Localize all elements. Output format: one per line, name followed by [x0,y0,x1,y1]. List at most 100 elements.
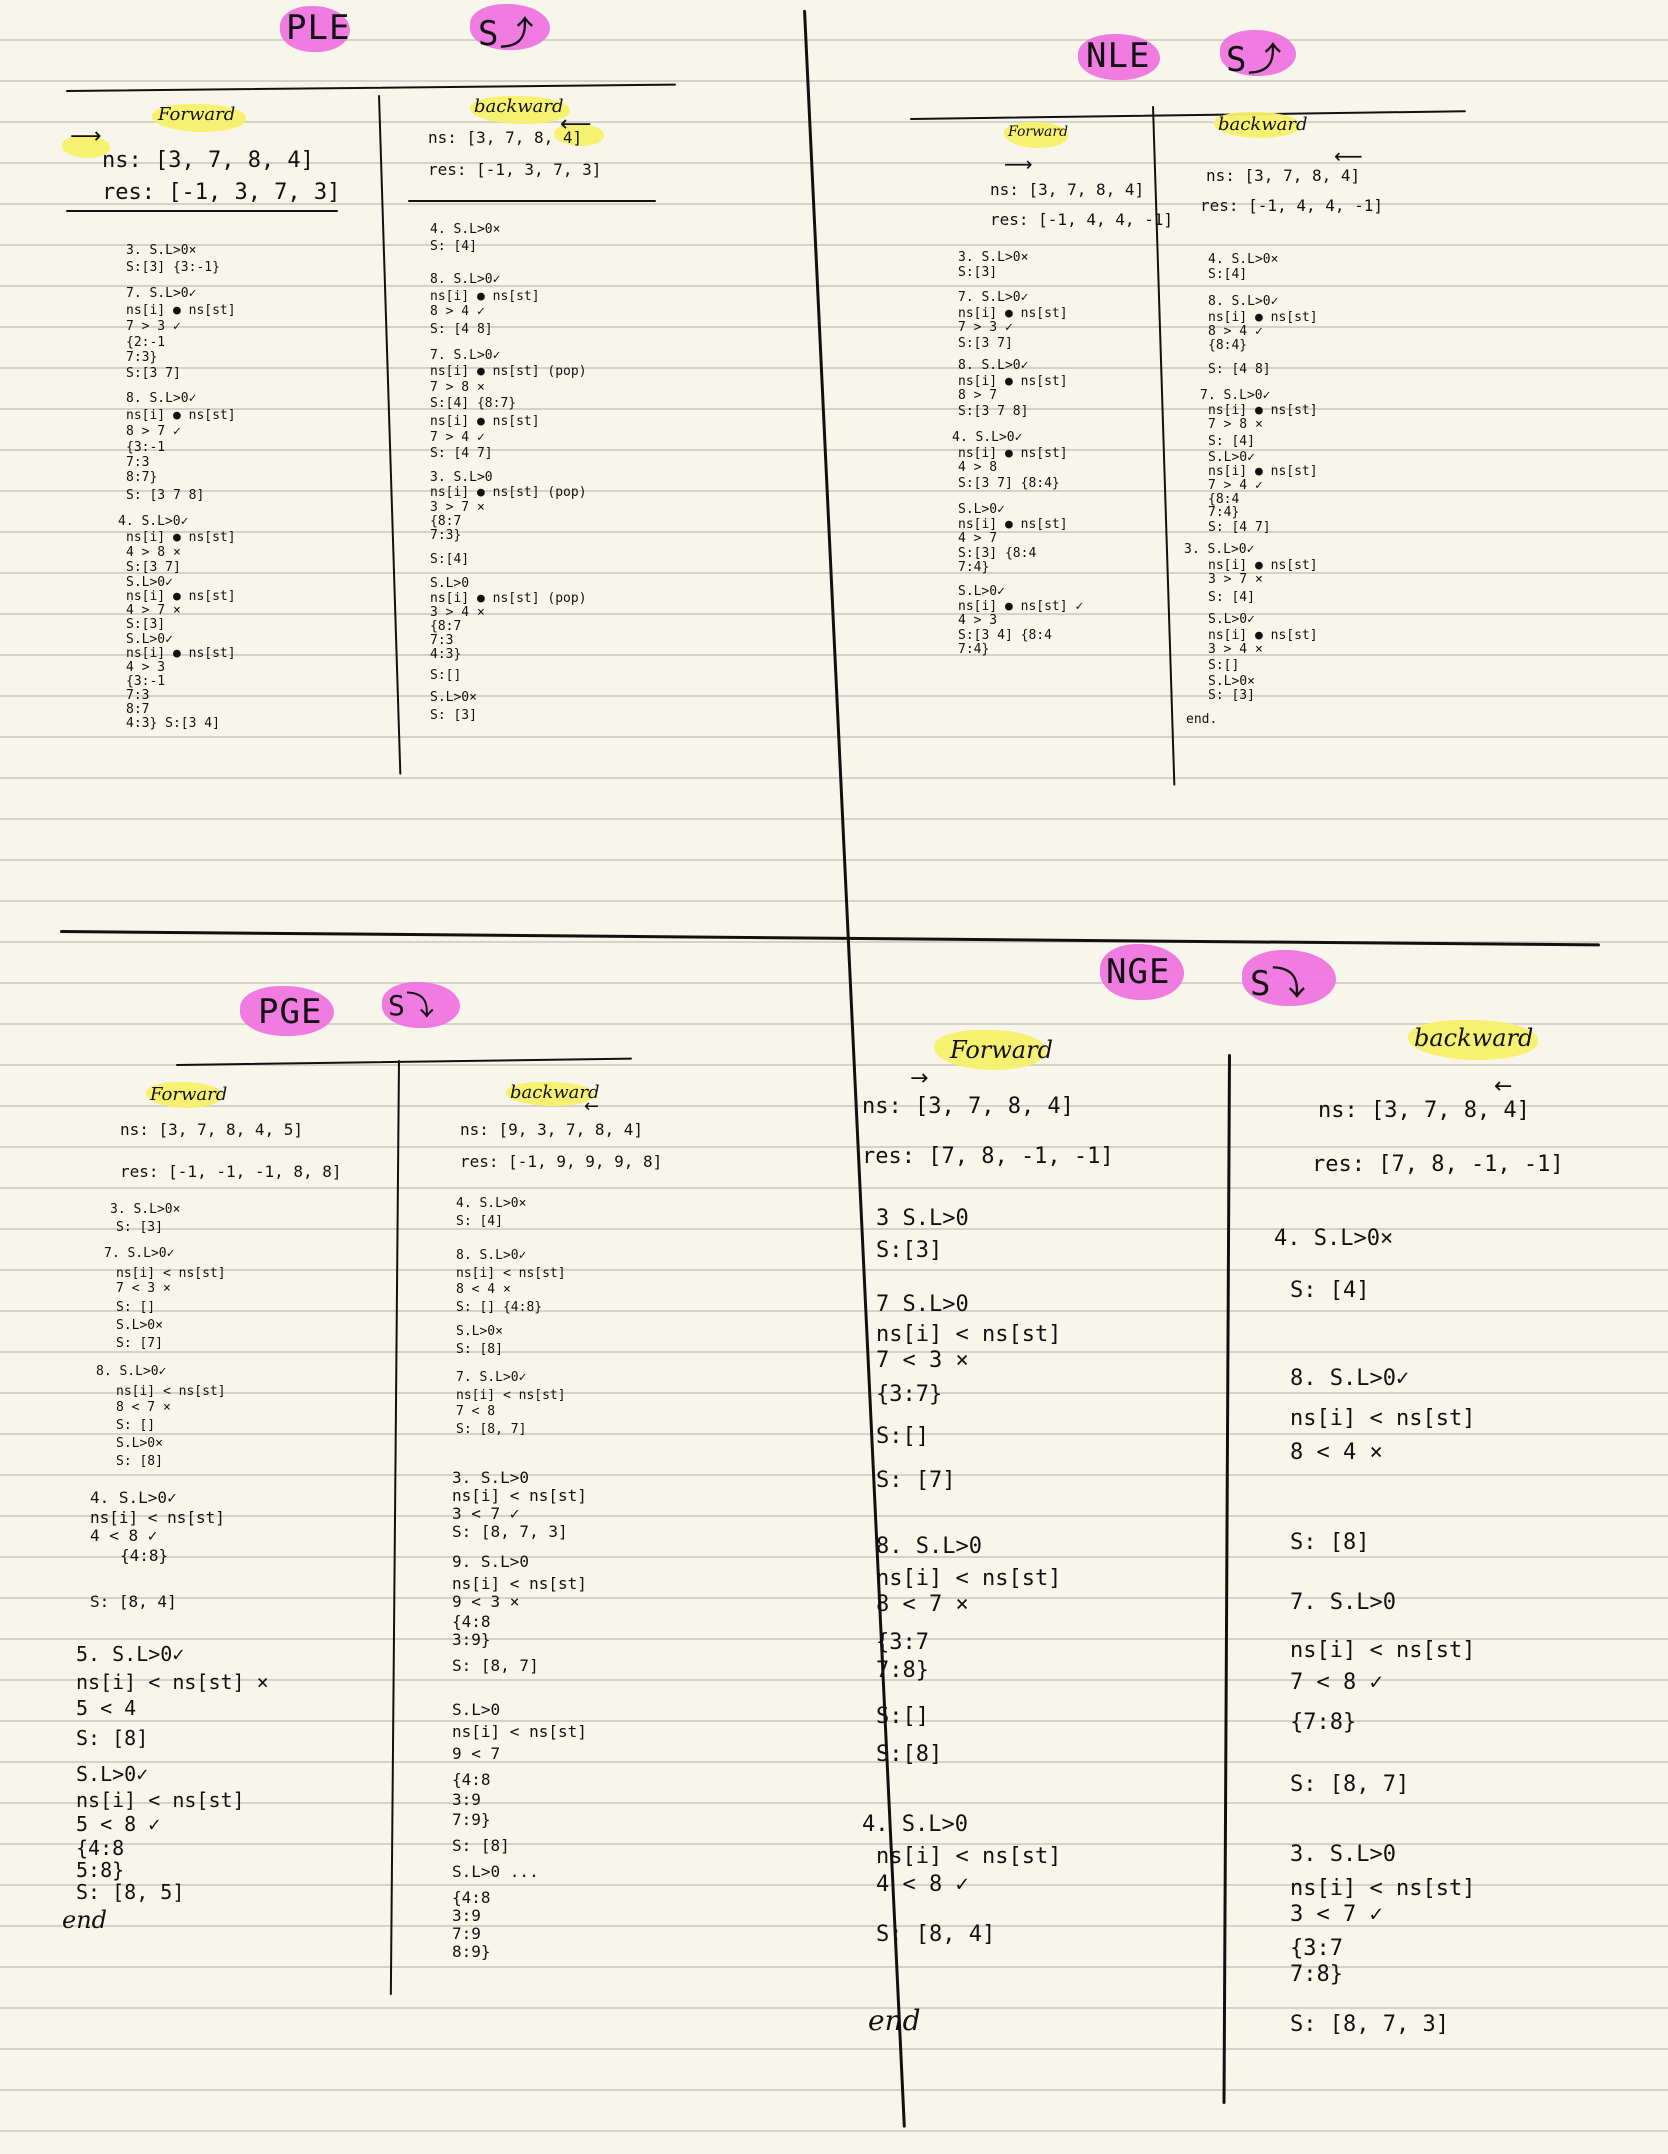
nge-backward-line: 7. S.L>0 [1290,1590,1396,1615]
ple-forward-line: 4 > 3 [126,660,166,675]
nle-backward-line: 7 > 8 × [1208,417,1263,432]
ple-forward-line: 4:3} S:[3 4] [126,716,220,731]
nge-title: NGE [1106,952,1171,992]
ple-forward-line: ns[i] ● ns[st] [126,530,236,545]
nge-forward-line: 4. S.L>0 [862,1812,968,1837]
nge-forward-label: Forward [950,1036,1053,1064]
ple-backward-line: S:[4] {8:7} [430,396,517,411]
pge-backward-line: S.L>0× [456,1324,503,1339]
nge-backward-line: S: [8] [1290,1530,1370,1555]
ple-backward-line: 7:3 [430,633,454,648]
nle-header-rule [909,110,1466,120]
nge-forward-line: {3:7 [876,1630,929,1655]
ple-forward-line: 3. S.L>0× [126,243,197,258]
pge-backward-line: ns[i] < ns[st] [452,1486,587,1505]
pge-header-rule [175,1057,632,1066]
ple-forward-line: ns[i] ● ns[st] [126,589,236,604]
ple-backward-line: S.L>0× [430,690,477,705]
nle-forward-line: 4 > 8 [958,460,998,475]
nge-backward-line: {3:7 [1290,1936,1343,1961]
nge-backward-arrow-icon: ← [1494,1074,1513,1099]
ple-backward-line: S: [4] [430,239,477,254]
ple-forward-line: S: [3 7 8] [126,488,205,503]
pge-backward-line: ns[i] < ns[st] [456,1388,566,1403]
ple-backward-line: 7. S.L>0✓ [430,348,501,363]
pge-forward-line: 5 < 8 ✓ [76,1812,161,1836]
ple-backward-underline [408,200,656,202]
nle-backward-line: S:[] [1208,658,1240,673]
pge-backward-line: 3. S.L>0 [452,1468,530,1487]
ple-forward-line: S:[3 7] [126,560,181,575]
nle-forward-line: 4 > 3 [958,613,998,628]
pge-backward-line: S: [] {4:8} [456,1300,543,1315]
pge-forward-line: 8 < 7 × [116,1400,171,1415]
nge-forward-line: S:[] [876,1704,929,1729]
nle-backward-line: ns[i] ● ns[st] [1208,464,1318,479]
pge-backward-line: ns[i] < ns[st] [452,1574,587,1593]
nle-backward-line: S: [4 8] [1208,362,1271,377]
nle-forward-line: 3. S.L>0× [958,250,1029,265]
ple-forward-line: 8 > 7 ✓ [126,424,181,439]
nge-backward-line: 8. S.L>0✓ [1290,1366,1410,1391]
pge-forward-line: 4. S.L>0✓ [90,1488,177,1507]
pge-backward-line: 7:9 [452,1924,481,1943]
nle-forward-line: 7. S.L>0✓ [958,290,1029,305]
ple-backward-line: ns[i] ● ns[st] (pop) [430,485,587,500]
pge-forward-line: 8. S.L>0✓ [96,1364,167,1379]
nle-forward-line: S:[3] {8:4 [958,546,1037,561]
nge-forward-line: ns[i] < ns[st] [876,1844,1062,1869]
nle-backward-line: S: [4] [1208,434,1255,449]
nle-forward-line: ns[i] ● ns[st] [958,374,1068,389]
ple-backward-line: 8. S.L>0✓ [430,272,501,287]
pge-backward-line: 3:9 [452,1790,481,1809]
ple-forward-line: {2:-1 [126,335,166,350]
pge-forward-line: S: [] [116,1418,156,1433]
nge-forward-line: 3 S.L>0 [876,1206,969,1231]
pge-forward-line: S: [8, 5] [76,1880,185,1904]
nge-backward-line: 3 < 7 ✓ [1290,1902,1383,1927]
pge-forward-line: 5 < 4 [76,1696,137,1720]
pge-backward-line: S: [8] [452,1836,510,1855]
pge-forward-line: ns[i] < ns[st] × [76,1670,269,1694]
nge-forward-line: S: [7] [876,1468,956,1493]
pge-backward-line: 4. S.L>0× [456,1196,527,1211]
ple-backward-line: {8:7 [430,619,462,634]
pge-backward-line: 9 < 3 × [452,1592,520,1611]
pge-backward-line: 9 < 7 [452,1744,501,1763]
pge-forward-line: 3. S.L>0× [110,1202,181,1217]
nge-backward-label: backward [1414,1024,1534,1052]
ple-stack-label: S⤴ [478,14,535,54]
pge-forward-label: Forward [150,1084,228,1105]
nge-forward-line: 4 < 8 ✓ [876,1872,969,1897]
nge-backward-line: res: [7, 8, -1, -1] [1312,1152,1564,1177]
nle-backward-line: end. [1186,712,1218,727]
pge-backward-line: 8. S.L>0✓ [456,1248,527,1263]
pge-forward-line: 7. S.L>0✓ [104,1246,175,1261]
ple-backward-line: 7 > 8 × [430,380,485,395]
pge-backward-line: ns[i] < ns[st] [452,1722,587,1741]
pge-forward-line: ns: [3, 7, 8, 4, 5] [120,1120,304,1139]
nle-forward-arrow-icon: ⟶ [1004,152,1033,176]
ple-forward-line: S:[3] [126,617,166,632]
main-vertical-divider [803,9,906,2128]
pge-forward-line: ns[i] < ns[st] [76,1788,245,1812]
pge-forward-line: ns[i] < ns[st] [90,1508,225,1527]
ple-forward-line: {3:-1 [126,440,166,455]
pge-backward-line: {4:8 [452,1612,491,1631]
nge-forward-line: 8. S.L>0 [876,1534,982,1559]
nle-backward-line: ns[i] ● ns[st] [1208,558,1318,573]
ple-forward-line: res: [-1, 3, 7, 3] [102,180,341,205]
ple-forward-line: ns[i] ● ns[st] [126,408,236,423]
nle-backward-line: S.L>0✓ [1208,612,1255,627]
nle-backward-line: 3. S.L>0✓ [1184,542,1255,557]
pge-forward-line: 7 < 3 × [116,1281,171,1296]
ple-forward-line: S:[3] {3:-1} [126,260,220,275]
pge-backward-line: ns[i] < ns[st] [456,1266,566,1281]
nge-forward-line: res: [7, 8, -1, -1] [862,1144,1114,1169]
ple-backward-line: 8 > 4 ✓ [430,304,485,319]
ple-forward-line: S.L>0✓ [126,575,173,590]
nle-forward-line: S:[3] [958,265,998,280]
nle-backward-line: 3 > 7 × [1208,572,1263,587]
nge-forward-line: S:[] [876,1424,929,1449]
nle-backward-line: S.L>0× [1208,674,1255,689]
